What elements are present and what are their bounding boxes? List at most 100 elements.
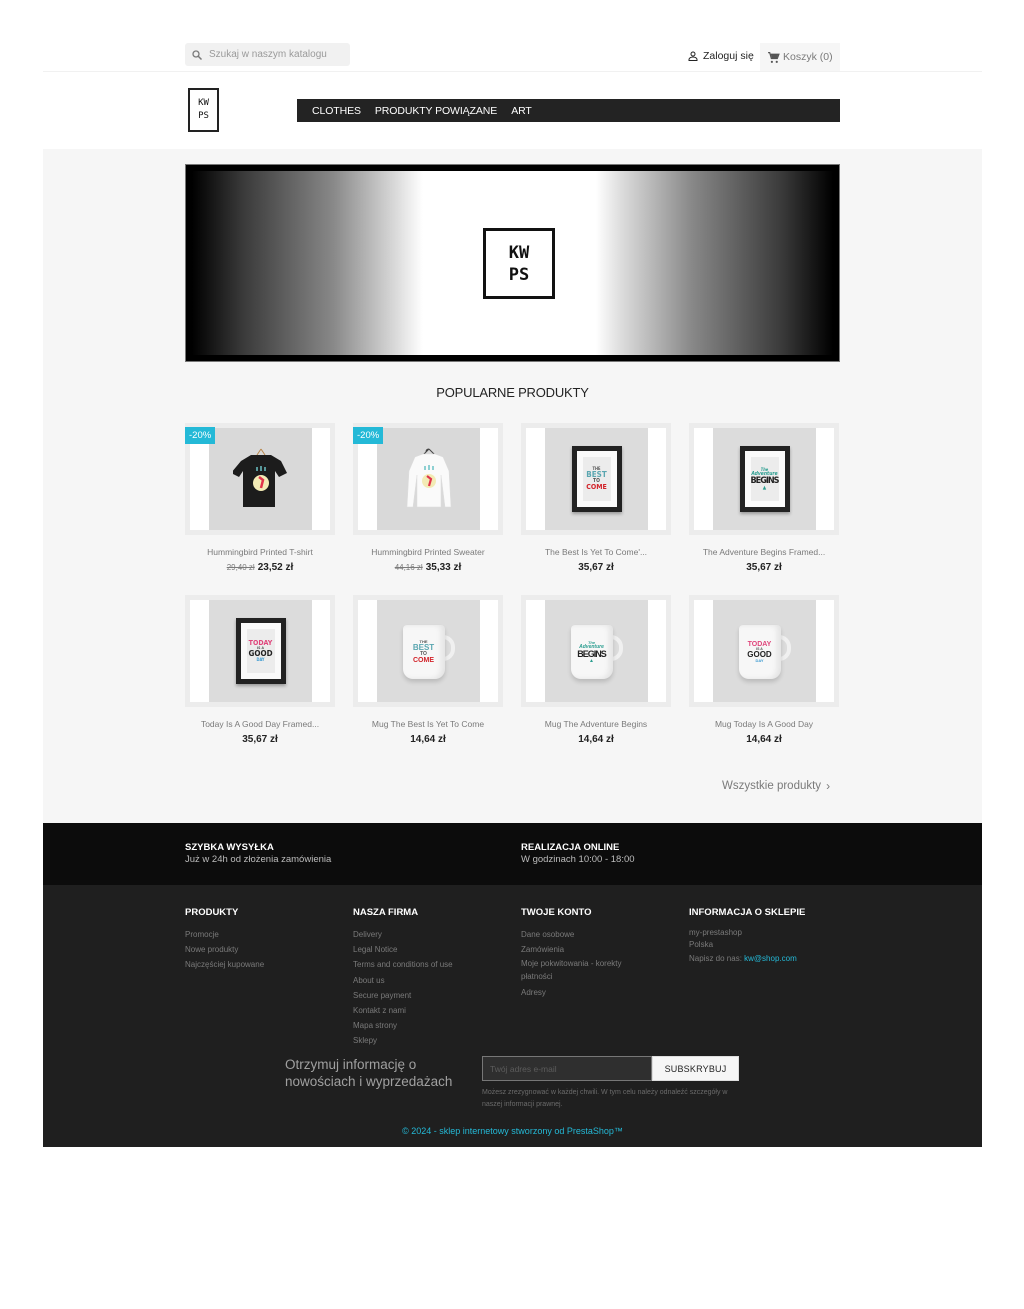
- footer-link[interactable]: Kontakt z nami: [353, 1003, 453, 1018]
- hero-banner[interactable]: KW PS: [185, 164, 840, 362]
- logo-text-line2: PS: [198, 111, 209, 121]
- art-text: COME: [586, 483, 607, 491]
- footer-link[interactable]: Najczęściej kupowane: [185, 957, 264, 972]
- login-link[interactable]: Zaloguj się: [687, 50, 754, 62]
- sale-price: 23,52 zł: [257, 562, 294, 573]
- copyright-link[interactable]: © 2024 - sklep internetowy stworzony od …: [43, 1126, 982, 1136]
- art-text: DAY: [755, 658, 764, 664]
- cart-icon: [768, 51, 780, 63]
- footer-column-products: PRODUKTY Promocje Nowe produkty Najczęśc…: [185, 907, 264, 973]
- reassurance-item-online: REALIZACJA ONLINE W godzinach 10:00 - 18…: [521, 842, 635, 865]
- art-text: COME: [413, 657, 434, 664]
- product-thumbnail[interactable]: THE BEST TO COME: [521, 423, 671, 535]
- mug-goodday-image: TODAY IS A GOOD DAY: [738, 621, 791, 681]
- product-name[interactable]: Hummingbird Printed T-shirt: [185, 547, 335, 557]
- product-card[interactable]: -20% Hummingbird Printed Sweater 44,16 z…: [353, 423, 503, 573]
- footer-link[interactable]: Delivery: [353, 927, 453, 942]
- product-name[interactable]: Mug The Adventure Begins: [521, 719, 671, 729]
- search-box[interactable]: [185, 43, 350, 66]
- black-tshirt-image: [232, 448, 287, 507]
- main-navigation: CLOTHES PRODUKTY POWIĄZANE ART: [297, 99, 840, 122]
- nav-item-clothes[interactable]: CLOTHES: [312, 105, 361, 117]
- email-prefix: Napisz do nas:: [689, 953, 742, 963]
- footer-column-store-info: INFORMACJA O SKLEPIE my-prestashop Polsk…: [689, 907, 805, 966]
- footer-link[interactable]: Sklepy: [353, 1033, 453, 1048]
- banner-logo-line1: KW: [508, 242, 530, 263]
- regular-price: 44,16 zł: [394, 563, 423, 572]
- product-price: 44,16 zł 35,33 zł: [353, 562, 503, 573]
- footer-link[interactable]: Terms and conditions of use: [353, 957, 453, 972]
- reassurance-bar: SZYBKA WYSYŁKA Już w 24h od złożenia zam…: [43, 823, 982, 885]
- product-price: 35,67 zł: [578, 562, 614, 573]
- banner-logo-line2: PS: [508, 264, 530, 285]
- logo-text-line1: KW: [198, 98, 209, 108]
- search-input[interactable]: [209, 49, 349, 60]
- footer-column-title: NASZA FIRMA: [353, 907, 419, 918]
- product-thumbnail[interactable]: The Adventure BEGINS ▲: [689, 423, 839, 535]
- footer-column-company: NASZA FIRMA Delivery Legal Notice Terms …: [353, 907, 453, 1049]
- user-icon: [688, 51, 698, 61]
- product-price: 35,67 zł: [746, 562, 782, 573]
- footer-link[interactable]: Dane osobowe: [521, 927, 641, 942]
- newsletter-title: Otrzymuj informację o nowościach i wyprz…: [285, 1057, 453, 1089]
- page: Zaloguj się Koszyk (0) KW PS CLOTHES PRO…: [0, 0, 1024, 1309]
- product-thumbnail[interactable]: THE BEST TO COME: [353, 595, 503, 707]
- subscribe-button[interactable]: SUBSKRYBUJ: [652, 1056, 739, 1081]
- product-price: 35,67 zł: [242, 734, 278, 745]
- product-thumbnail[interactable]: -20%: [353, 423, 503, 535]
- product-name[interactable]: Hummingbird Printed Sweater: [353, 547, 503, 557]
- art-text: DAY: [256, 657, 265, 663]
- cart-label: Koszyk (0): [783, 51, 833, 63]
- product-thumbnail[interactable]: -20%: [185, 423, 335, 535]
- footer-column-title: PRODUKTY: [185, 907, 239, 918]
- reassurance-subtitle: Już w 24h od złożenia zamówienia: [185, 854, 332, 865]
- product-price: 29,40 zł 23,52 zł: [185, 562, 335, 573]
- store-name: my-prestashop: [689, 928, 742, 937]
- product-name[interactable]: The Best Is Yet To Come'...: [521, 547, 671, 557]
- reassurance-subtitle: W godzinach 10:00 - 18:00: [521, 854, 635, 865]
- footer-link[interactable]: Zamówienia: [521, 942, 641, 957]
- mug-adventure-image: The Adventure BEGINS ▲: [570, 621, 623, 681]
- popular-products-title: POPULARNE PRODUKTY: [436, 385, 589, 400]
- product-price: 14,64 zł: [578, 734, 614, 745]
- product-card[interactable]: The Adventure BEGINS ▲ Mug The Adventure…: [521, 595, 671, 745]
- product-thumbnail[interactable]: TODAY IS A GOOD DAY: [185, 595, 335, 707]
- mug-best-image: THE BEST TO COME: [402, 621, 455, 681]
- product-card[interactable]: TODAY IS A GOOD DAY Today Is A Good Day …: [185, 595, 335, 745]
- cart-button[interactable]: Koszyk (0): [760, 43, 840, 71]
- footer-column-title: INFORMACJA O SKLEPIE: [689, 907, 806, 918]
- footer-link[interactable]: Mapa strony: [353, 1018, 453, 1033]
- nav-item-art[interactable]: ART: [511, 105, 532, 117]
- product-price: 14,64 zł: [410, 734, 446, 745]
- login-label: Zaloguj się: [703, 50, 754, 62]
- all-products-link[interactable]: Wszystkie produkty ›: [722, 779, 830, 793]
- header-top-bar: [43, 0, 982, 72]
- newsletter-email-input[interactable]: [482, 1056, 652, 1081]
- product-card[interactable]: THE BEST TO COME The Best Is Yet To Come…: [521, 423, 671, 573]
- product-name[interactable]: Today Is A Good Day Framed...: [185, 719, 335, 729]
- product-name[interactable]: Mug Today Is A Good Day: [689, 719, 839, 729]
- store-country: Polska: [689, 939, 714, 949]
- discount-badge: -20%: [185, 427, 216, 444]
- footer-link[interactable]: Nowe produkty: [185, 942, 264, 957]
- footer-link[interactable]: Secure payment: [353, 988, 453, 1003]
- reassurance-item-shipping: SZYBKA WYSYŁKA Już w 24h od złożenia zam…: [185, 842, 331, 865]
- product-thumbnail[interactable]: TODAY IS A GOOD DAY: [689, 595, 839, 707]
- product-thumbnail[interactable]: The Adventure BEGINS ▲: [521, 595, 671, 707]
- footer-link[interactable]: Legal Notice: [353, 942, 453, 957]
- product-price: 14,64 zł: [746, 734, 782, 745]
- product-card[interactable]: TODAY IS A GOOD DAY Mug Today Is A Good …: [689, 595, 839, 745]
- nav-item-related-products[interactable]: PRODUKTY POWIĄZANE: [375, 105, 497, 117]
- footer-link[interactable]: Moje pokwitowania - korekty płatności: [521, 957, 641, 985]
- site-logo[interactable]: KW PS: [188, 88, 219, 132]
- store-email-link[interactable]: kw@shop.com: [744, 954, 797, 963]
- product-name[interactable]: The Adventure Begins Framed...: [689, 547, 839, 557]
- product-card[interactable]: The Adventure BEGINS ▲ The Adventure Beg…: [689, 423, 839, 573]
- product-name[interactable]: Mug The Best Is Yet To Come: [353, 719, 503, 729]
- footer-link[interactable]: Adresy: [521, 985, 641, 1000]
- footer-link[interactable]: Promocje: [185, 927, 264, 942]
- regular-price: 29,40 zł: [226, 563, 255, 572]
- product-card[interactable]: -20% Hummingbird Printed T-shirt 29,40 z…: [185, 423, 335, 573]
- product-card[interactable]: THE BEST TO COME Mug The Best Is Yet To …: [353, 595, 503, 745]
- footer-link[interactable]: About us: [353, 973, 453, 988]
